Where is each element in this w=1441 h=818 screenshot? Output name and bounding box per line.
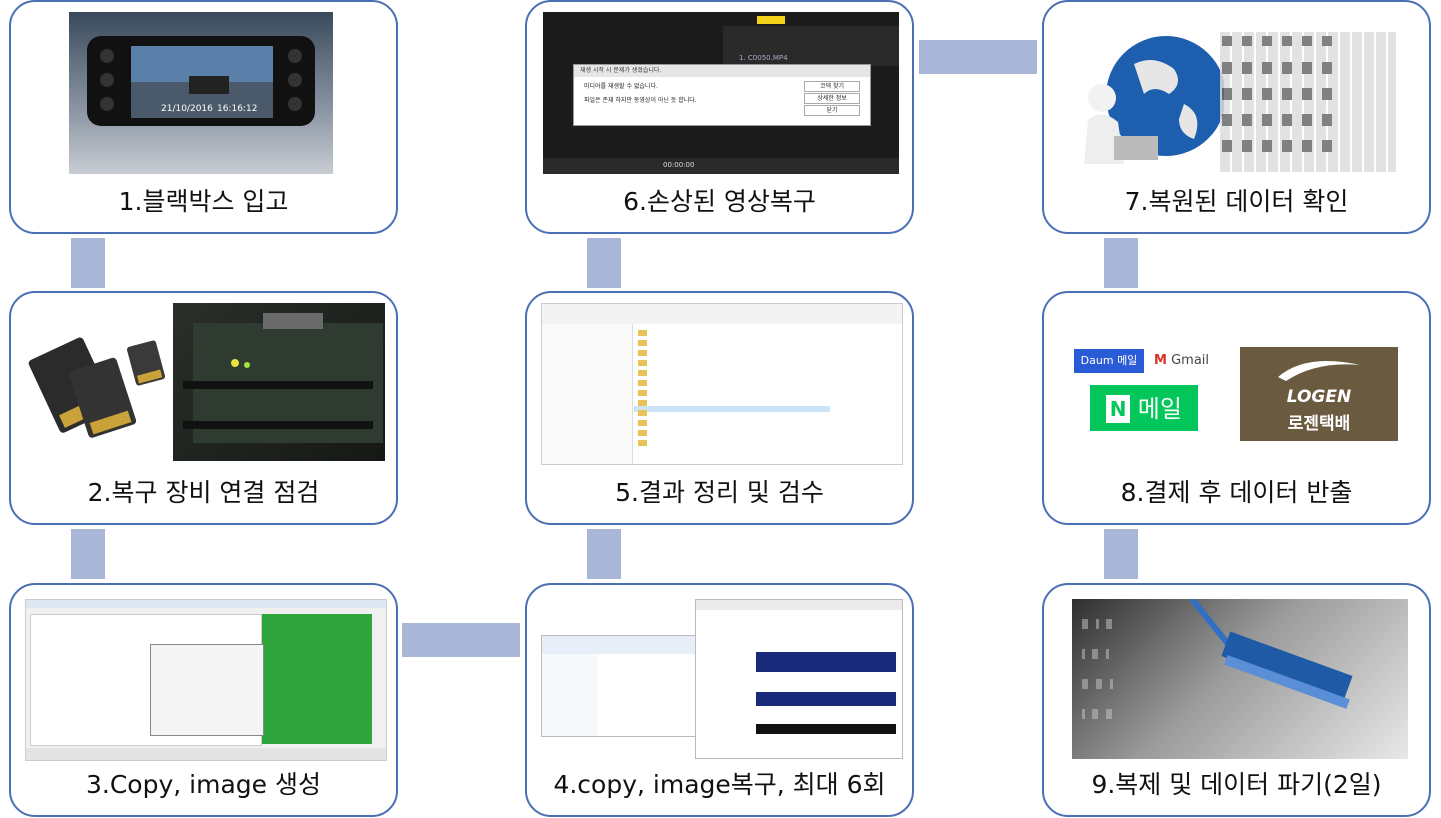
step-7-label: 7.복원된 데이터 확인 xyxy=(1124,187,1349,216)
sd-cards-photo xyxy=(21,323,171,443)
logen-wing-icon xyxy=(1278,361,1360,381)
file-explorer-screenshot xyxy=(541,303,903,465)
gmail-logo: M Gmail xyxy=(1154,351,1209,371)
step-8-label: 8.결제 후 데이터 반출 xyxy=(1120,478,1353,507)
connector-8-9 xyxy=(1104,529,1138,579)
recovery-equipment-photo xyxy=(173,303,385,461)
step-6-box: 1. C0050.MP4 재생 시작 시 문제가 생겼습니다. 미디어를 재생할… xyxy=(525,0,914,234)
logen-en-label: LOGEN xyxy=(1286,387,1352,407)
error-dialog-line1: 미디어를 재생할 수 없습니다. xyxy=(584,83,658,90)
naver-mail-logo: N 메일 xyxy=(1090,385,1198,431)
connector-6-7 xyxy=(919,40,1037,74)
connector-5-6 xyxy=(587,238,621,288)
dashcam-date: 21/10/2016 xyxy=(161,104,213,114)
step-3-label: 3.Copy, image 생성 xyxy=(86,770,321,799)
step-6-label: 6.손상된 영상복구 xyxy=(623,187,816,216)
globe-figure-image xyxy=(1074,24,1224,174)
naver-n-icon: N xyxy=(1106,395,1131,423)
connector-4-5 xyxy=(587,529,621,579)
video-player-screenshot: 1. C0050.MP4 재생 시작 시 문제가 생겼습니다. 미디어를 재생할… xyxy=(543,12,899,174)
connector-2-3 xyxy=(71,529,105,579)
player-file-entry: 1. C0050.MP4 xyxy=(739,54,788,62)
gmail-icon: M xyxy=(1154,353,1167,368)
close-dialog-button[interactable]: 닫기 xyxy=(804,105,860,116)
connector-7-8 xyxy=(1104,238,1138,288)
logen-ko-label: 로젠택배 xyxy=(1287,414,1351,434)
find-codec-button[interactable]: 코덱 찾기 xyxy=(804,81,860,92)
dashcam-photo: 21/10/2016 16:16:12 xyxy=(69,12,333,174)
step-2-label: 2.복구 장비 연결 점검 xyxy=(87,478,320,507)
disk-management-screenshot xyxy=(695,599,903,759)
step-3-box: 3.Copy, image 생성 xyxy=(9,583,398,817)
step-8-box: Daum 메일 M Gmail N 메일 LOGEN 로젠택배 8.결제 후 데… xyxy=(1042,291,1431,525)
imaging-tool-screenshot xyxy=(25,599,387,761)
step-4-label: 4.copy, image복구, 최대 6회 xyxy=(553,770,886,799)
step-5-label: 5.결과 정리 및 검수 xyxy=(615,478,824,507)
step-9-label: 9.복제 및 데이터 파기(2일) xyxy=(1091,770,1382,799)
step-9-box: 9.복제 및 데이터 파기(2일) xyxy=(1042,583,1431,817)
daum-mail-logo: Daum 메일 xyxy=(1074,349,1144,373)
step-2-box: 2.복구 장비 연결 점검 xyxy=(9,291,398,525)
connector-3-4 xyxy=(402,623,520,657)
step-1-box: 21/10/2016 16:16:12 1.블랙박스 입고 xyxy=(9,0,398,234)
dashcam-time: 16:16:12 xyxy=(217,104,258,114)
details-button[interactable]: 상세한 정보 xyxy=(804,93,860,104)
step-1-label: 1.블랙박스 입고 xyxy=(118,187,289,216)
thumbnail-grid-image xyxy=(1220,32,1396,172)
connector-1-2 xyxy=(71,238,105,288)
step-4-box: 4.copy, image복구, 최대 6회 xyxy=(525,583,914,817)
error-dialog-title: 재생 시작 시 문제가 생겼습니다. xyxy=(574,65,870,77)
logen-logo: LOGEN 로젠택배 xyxy=(1240,347,1398,441)
naver-mail-label: 메일 xyxy=(1137,395,1182,423)
step-5-box: 5.결과 정리 및 검수 xyxy=(525,291,914,525)
step-7-box: 7.복원된 데이터 확인 xyxy=(1042,0,1431,234)
gmail-label: Gmail xyxy=(1171,353,1210,368)
data-wipe-photo xyxy=(1072,599,1408,759)
player-time: 00:00:00 xyxy=(663,161,695,169)
error-dialog-line2: 파일은 존재 하지만 동영상이 아닌 듯 합니다. xyxy=(584,97,697,104)
error-dialog: 재생 시작 시 문제가 생겼습니다. 미디어를 재생할 수 없습니다. 파일은 … xyxy=(573,64,871,126)
